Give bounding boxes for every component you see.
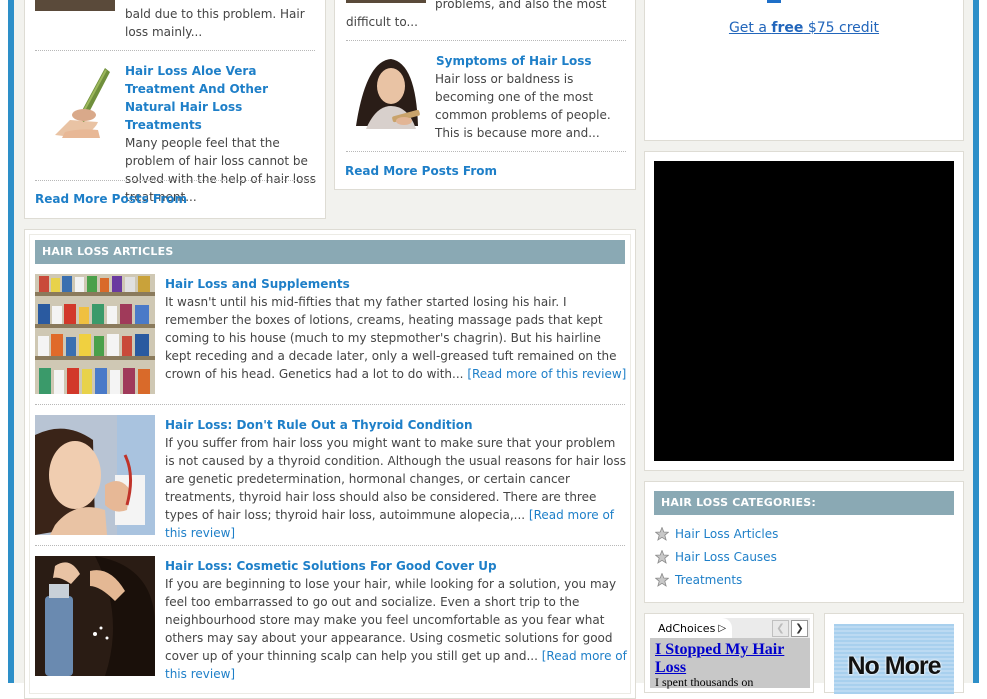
credit-link[interactable]: Get a free $75 credit bbox=[644, 20, 964, 36]
ad-headline-link[interactable]: I Stopped My Hair Loss bbox=[655, 641, 805, 677]
divider bbox=[346, 40, 626, 41]
divider bbox=[346, 151, 626, 152]
read-more-review-link[interactable]: [Read more of this review] bbox=[467, 367, 626, 381]
banner-ad[interactable]: No More bbox=[834, 624, 954, 694]
article-text: Hair Loss: Don't Rule Out a Thyroid Cond… bbox=[165, 416, 627, 542]
credit-link-bold: free bbox=[771, 20, 804, 36]
post-title-link[interactable]: Symptoms of Hair Loss bbox=[346, 52, 628, 70]
post-snippet-text: bald due to this problem. Hair loss main… bbox=[125, 7, 305, 39]
thyroid-thumbnail[interactable] bbox=[35, 415, 155, 535]
post-title-link[interactable]: Hair Loss Aloe Vera Treatment And Other … bbox=[35, 62, 320, 134]
video-player[interactable] bbox=[654, 161, 954, 461]
read-more-posts-mid[interactable]: Read More Posts From bbox=[345, 164, 497, 178]
category-label: Treatments bbox=[675, 573, 743, 587]
article-text: Hair Loss and Supplements It wasn't unti… bbox=[165, 275, 627, 383]
post-excerpt-text: Hair loss or baldness is becoming one of… bbox=[435, 72, 611, 140]
article-body: If you are beginning to lose your hair, … bbox=[165, 575, 627, 683]
category-item-treatments[interactable]: Treatments bbox=[655, 571, 742, 589]
star-icon bbox=[655, 527, 669, 541]
category-label: Hair Loss Articles bbox=[675, 527, 779, 541]
divider bbox=[35, 50, 315, 51]
divider bbox=[35, 404, 625, 405]
star-icon bbox=[655, 550, 669, 564]
article-title-link[interactable]: Hair Loss: Cosmetic Solutions For Good C… bbox=[165, 557, 627, 575]
cosmetic-cover-up-thumbnail[interactable] bbox=[35, 556, 155, 676]
ad-prev-arrow-icon[interactable]: ❮ bbox=[772, 619, 789, 637]
supplements-thumbnail[interactable] bbox=[35, 274, 155, 394]
articles-header: HAIR LOSS ARTICLES bbox=[35, 240, 625, 264]
ad-text: I spent thousands on bbox=[655, 675, 754, 689]
divider bbox=[35, 180, 315, 181]
post-snippet-text: problems, and also the most difficult to… bbox=[346, 0, 607, 29]
post-item-aloe: Hair Loss Aloe Vera Treatment And Other … bbox=[35, 62, 320, 206]
category-label: Hair Loss Causes bbox=[675, 550, 777, 564]
page-frame-right bbox=[973, 0, 979, 683]
credit-logo-fragment bbox=[767, 0, 781, 3]
article-title-link[interactable]: Hair Loss: Don't Rule Out a Thyroid Cond… bbox=[165, 416, 627, 434]
divider bbox=[35, 545, 625, 546]
article-text: Hair Loss: Cosmetic Solutions For Good C… bbox=[165, 557, 627, 683]
credit-link-pre: Get a bbox=[728, 20, 772, 36]
star-icon bbox=[655, 573, 669, 587]
read-more-posts-left[interactable]: Read More Posts From bbox=[35, 192, 187, 206]
categories-header: HAIR LOSS CATEGORIES: bbox=[654, 491, 954, 515]
post-snippet-mid: problems, and also the most difficult to… bbox=[346, 0, 628, 31]
credit-link-post: $75 credit bbox=[803, 20, 880, 36]
banner-ad-text: No More bbox=[847, 652, 942, 680]
adchoices-text: AdChoices bbox=[658, 621, 716, 635]
post-item-symptoms: Symptoms of Hair Loss Hair loss or baldn… bbox=[346, 52, 628, 142]
post-excerpt: Hair loss or baldness is becoming one of… bbox=[346, 70, 628, 142]
adchoices-label[interactable]: AdChoices ▷ bbox=[650, 618, 733, 638]
article-body: It wasn't until his mid-fifties that my … bbox=[165, 293, 627, 383]
article-body: If you suffer from hair loss you might w… bbox=[165, 434, 627, 542]
article-title-link[interactable]: Hair Loss and Supplements bbox=[165, 275, 627, 293]
category-item-articles[interactable]: Hair Loss Articles bbox=[655, 525, 778, 543]
ad-next-arrow-icon[interactable]: ❯ bbox=[791, 619, 808, 637]
adchoices-icon: ▷ bbox=[718, 622, 727, 634]
category-item-causes[interactable]: Hair Loss Causes bbox=[655, 548, 777, 566]
post-snippet-left: bald due to this problem. Hair loss main… bbox=[35, 5, 320, 41]
adchoices-bar[interactable]: AdChoices ▷ ❮ ❯ bbox=[650, 618, 810, 638]
